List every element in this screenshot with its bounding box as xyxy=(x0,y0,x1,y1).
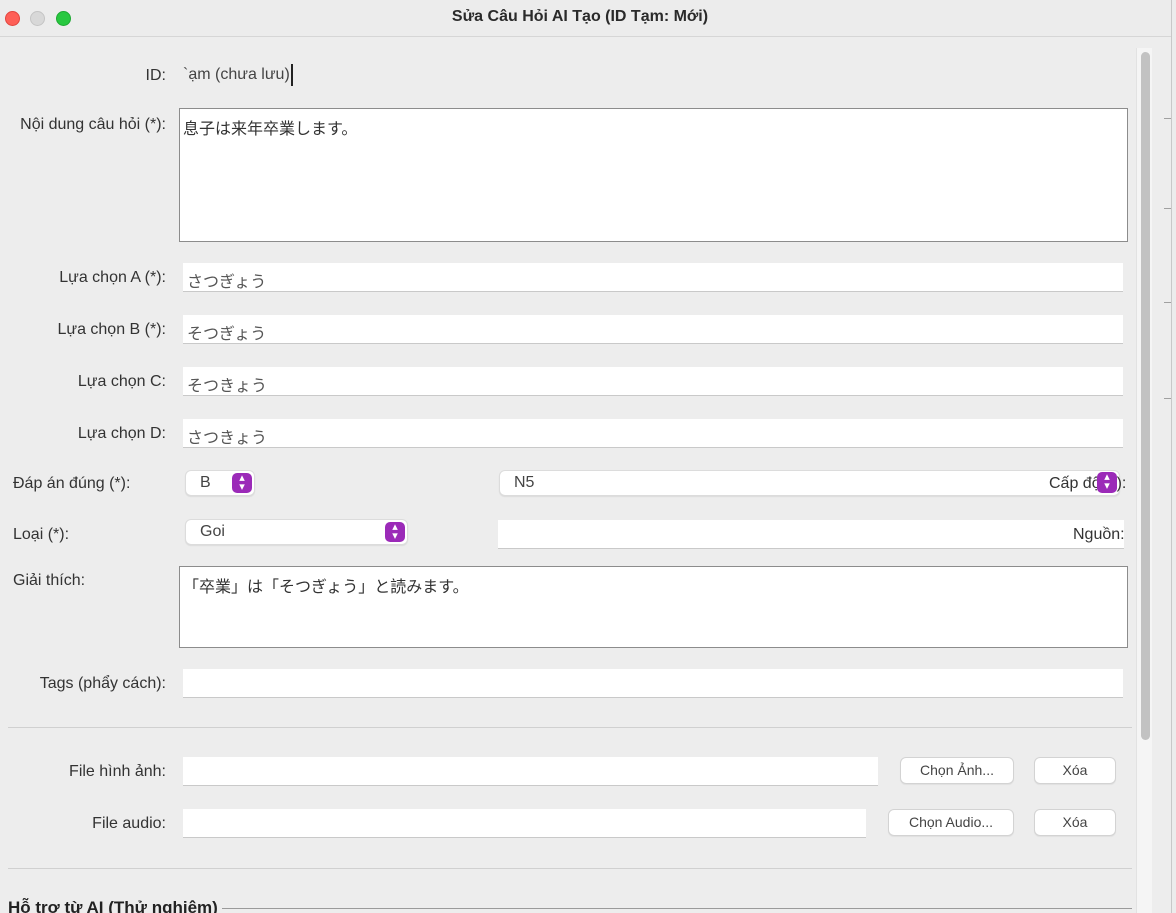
up-down-chevron-icon: ▴▾ xyxy=(385,522,405,542)
text-caret xyxy=(290,64,293,86)
source-label: Nguồn: xyxy=(1073,526,1125,543)
option-c-label: Lựa chọn C: xyxy=(77,373,166,390)
option-b-input[interactable]: そつぎょう xyxy=(183,315,1123,344)
question-textarea[interactable]: 息子は来年卒業します。 xyxy=(179,108,1128,242)
question-label: Nội dung câu hỏi (*): xyxy=(20,116,166,133)
option-a-label: Lựa chọn A (*): xyxy=(59,269,166,286)
option-d-input[interactable]: さつきょう xyxy=(183,419,1123,448)
option-c-input[interactable]: そつきょう xyxy=(183,367,1123,396)
option-a-input[interactable]: さつぎょう xyxy=(183,263,1123,292)
id-label: ID: xyxy=(145,67,166,84)
type-label: Loại (*): xyxy=(13,526,70,543)
source-input[interactable] xyxy=(498,520,1124,549)
image-file-input[interactable] xyxy=(183,757,878,786)
type-select[interactable]: Goi ▴ ▾ xyxy=(185,519,408,545)
level-select-value: N5 xyxy=(514,474,535,491)
choose-image-button[interactable]: Chọn Ảnh... xyxy=(900,757,1014,784)
level-select[interactable]: N5 ▴▾ xyxy=(499,470,1120,496)
edit-question-window: Sửa Câu Hỏi AI Tạo (ID Tạm: Mới) ID: `ạm… xyxy=(0,0,1172,913)
option-b-label: Lựa chọn B (*): xyxy=(57,321,166,338)
audio-file-input[interactable] xyxy=(183,809,866,838)
explanation-label: Giải thích: xyxy=(13,572,86,589)
up-down-chevron-icon: ▴▾ xyxy=(232,473,252,493)
clear-image-button[interactable]: Xóa xyxy=(1034,757,1116,784)
audio-file-label: File audio: xyxy=(92,815,166,832)
scrollbar-thumb[interactable] xyxy=(1141,52,1150,740)
answer-label: Đáp án đúng (*): xyxy=(13,475,131,492)
tags-label: Tags (phẩy cách): xyxy=(39,675,166,692)
level-label: Cấp độ (*): xyxy=(1049,475,1127,492)
edge-divider xyxy=(1164,118,1171,119)
edge-divider xyxy=(1164,398,1171,399)
edge-divider xyxy=(1164,302,1171,303)
answer-select-value: B xyxy=(200,474,211,491)
divider xyxy=(8,868,1132,869)
clear-audio-button[interactable]: Xóa xyxy=(1034,809,1116,836)
up-down-chevron-icon[interactable]: ▴ ▾ xyxy=(1097,472,1117,492)
option-d-label: Lựa chọn D: xyxy=(77,425,166,442)
ai-section-title: Hỗ trợ từ AI (Thử nghiệm) xyxy=(8,898,222,913)
type-select-value: Goi xyxy=(200,523,225,540)
vertical-scrollbar[interactable] xyxy=(1136,48,1152,913)
titlebar: Sửa Câu Hỏi AI Tạo (ID Tạm: Mới) xyxy=(0,0,1171,37)
image-file-label: File hình ảnh: xyxy=(69,763,166,780)
explanation-textarea[interactable]: 「卒業」は「そつぎょう」と読みます。 xyxy=(179,566,1128,648)
window-title: Sửa Câu Hỏi AI Tạo (ID Tạm: Mới) xyxy=(451,8,709,25)
tags-input[interactable] xyxy=(183,669,1123,698)
id-value-wrap: `ạm (chưa lưu) xyxy=(183,64,293,86)
choose-audio-button[interactable]: Chọn Audio... xyxy=(888,809,1014,836)
id-value: `ạm (chưa lưu) xyxy=(183,66,290,84)
edge-divider xyxy=(1164,208,1171,209)
divider xyxy=(8,727,1132,728)
answer-select[interactable]: B ▴ ▾ xyxy=(185,470,255,496)
